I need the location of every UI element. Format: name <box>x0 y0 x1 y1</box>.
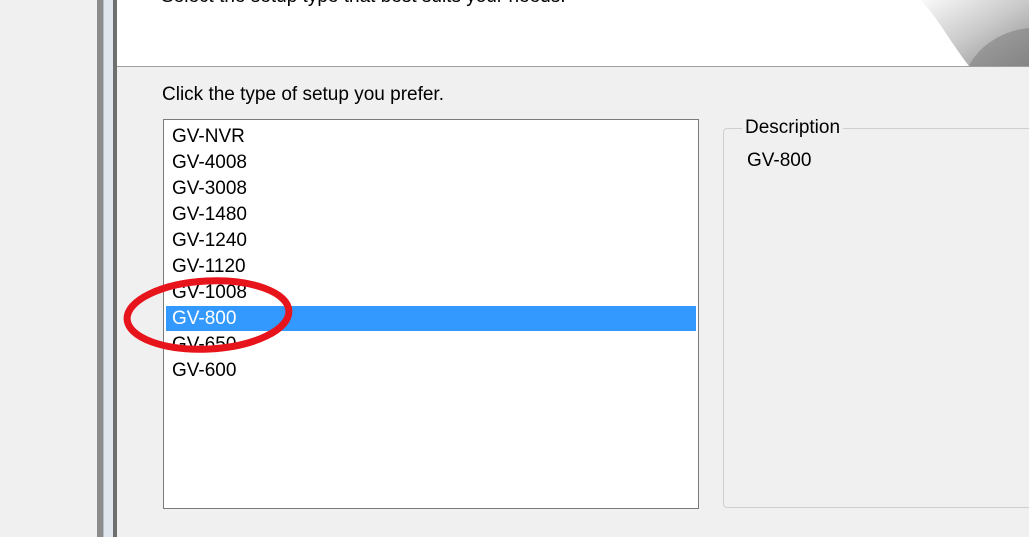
setup-type-item[interactable]: GV-800 <box>166 306 696 331</box>
wizard-header: Select the setup type that best suits yo… <box>117 0 1029 67</box>
description-groupbox <box>723 128 1029 508</box>
description-legend: Description <box>742 117 844 139</box>
setup-type-item[interactable]: GV-NVR <box>166 124 696 149</box>
setup-type-item[interactable]: GV-3008 <box>166 176 696 201</box>
setup-wizard-dialog: Select the setup type that best suits yo… <box>117 0 1029 537</box>
setup-type-item[interactable]: GV-1240 <box>166 228 696 253</box>
window-frame-border <box>103 0 113 537</box>
description-text: GV-800 <box>747 150 812 171</box>
wizard-banner-icon <box>921 0 1029 66</box>
header-subtitle: Select the setup type that best suits yo… <box>161 0 566 8</box>
setup-type-listbox[interactable]: GV-NVR GV-4008 GV-3008 GV-1480 GV-1240 GV-112… <box>163 119 699 509</box>
setup-type-item[interactable]: GV-650 <box>166 332 696 357</box>
setup-type-item[interactable]: GV-1120 <box>166 254 696 279</box>
setup-type-item[interactable]: GV-600 <box>166 358 696 383</box>
desktop-background <box>0 0 97 537</box>
setup-type-item[interactable]: GV-1008 <box>166 280 696 305</box>
setup-type-prompt: Click the type of setup you prefer. <box>162 84 444 105</box>
setup-type-item[interactable]: GV-4008 <box>166 150 696 175</box>
setup-type-item[interactable]: GV-1480 <box>166 202 696 227</box>
